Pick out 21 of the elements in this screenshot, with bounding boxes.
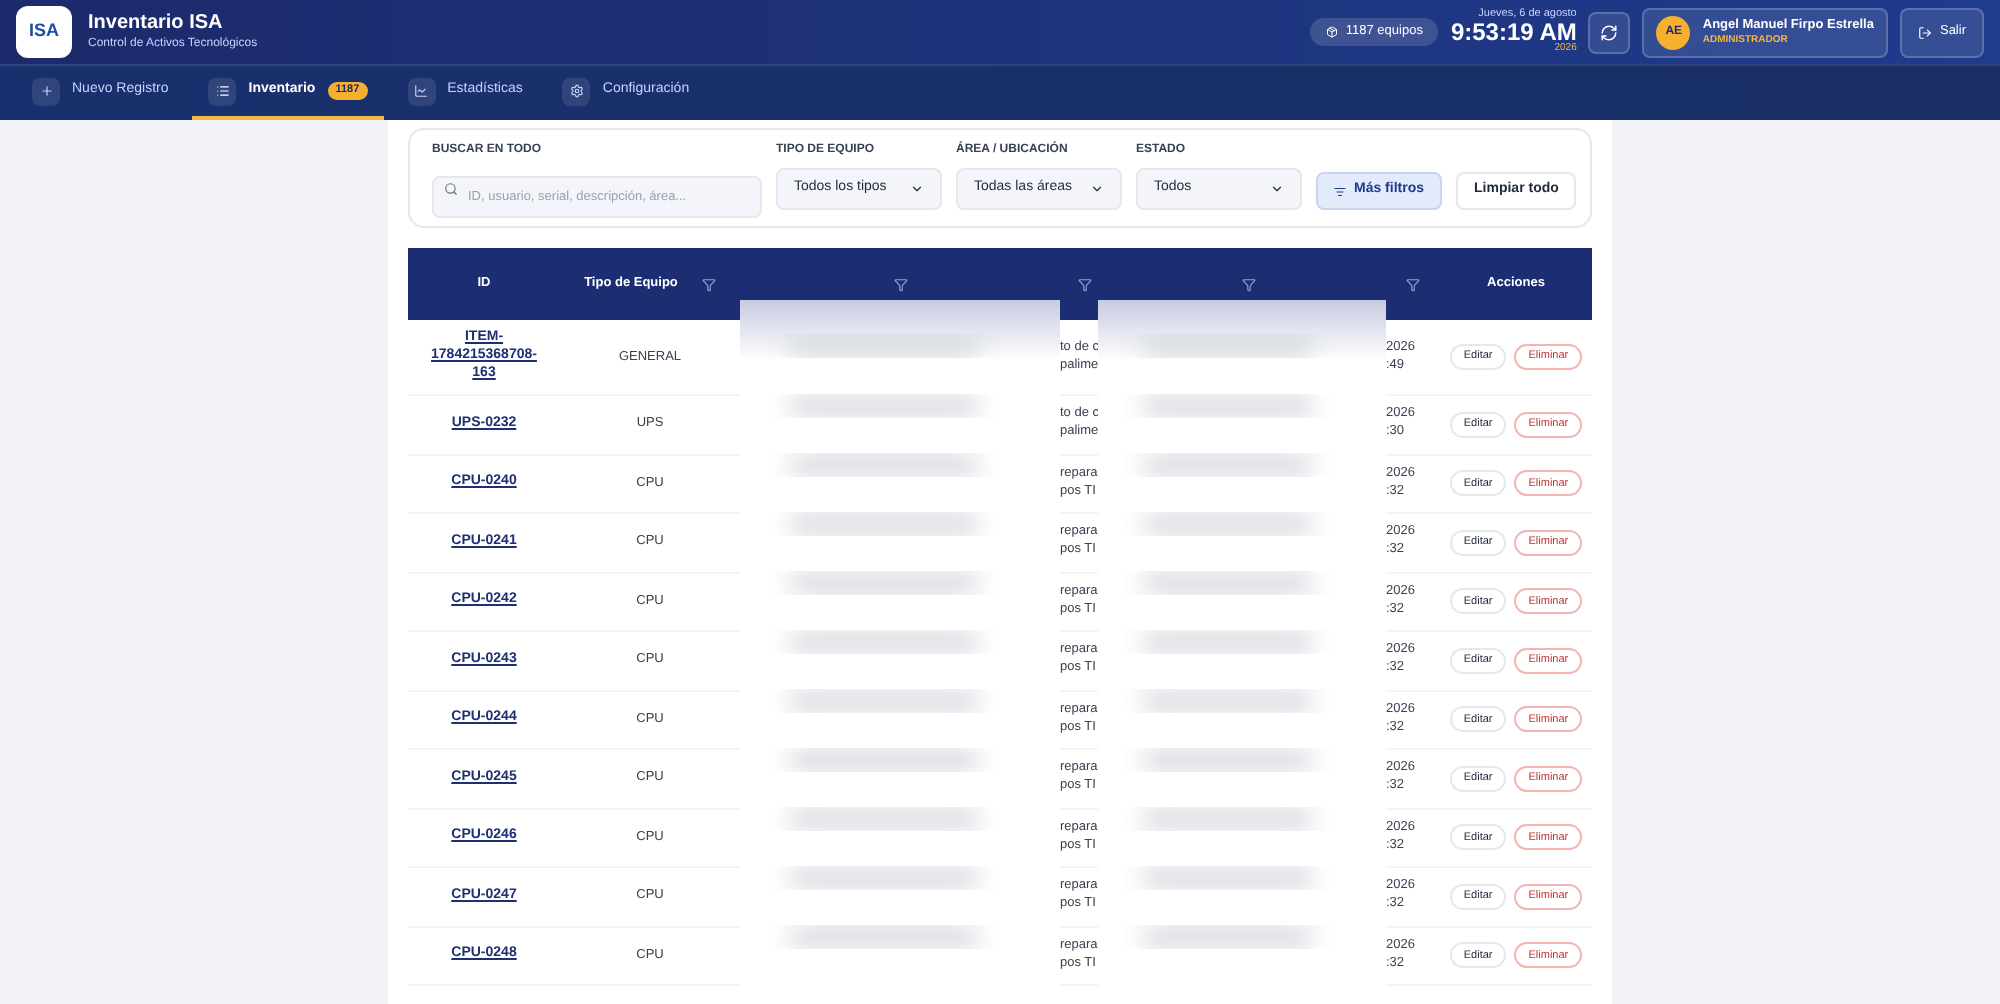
refresh-icon: [1600, 23, 1619, 41]
logout-icon: [1917, 25, 1932, 39]
app-title: Inventario ISA: [88, 12, 225, 37]
filter-icon[interactable]: [1406, 277, 1420, 291]
plus-icon: [39, 84, 53, 98]
logo: ISA: [16, 6, 72, 58]
box-icon: [1325, 26, 1338, 38]
chart-icon: [414, 84, 429, 98]
chevron-down-icon: [1090, 182, 1104, 196]
filter-icon[interactable]: [893, 277, 907, 291]
filter-icon[interactable]: [1078, 277, 1092, 291]
filter-lines-icon: [1334, 185, 1346, 197]
refresh-button[interactable]: [1588, 11, 1631, 53]
chevron-down-icon: [1270, 182, 1284, 196]
chevron-down-icon: [910, 182, 924, 196]
list-icon: [215, 84, 230, 98]
clock-time: 9:53:19 AM: [1450, 20, 1577, 45]
search-icon: [444, 182, 458, 196]
settings-icon: [569, 84, 584, 98]
filter-icon[interactable]: [1241, 277, 1255, 291]
filter-icon[interactable]: [701, 277, 716, 291]
